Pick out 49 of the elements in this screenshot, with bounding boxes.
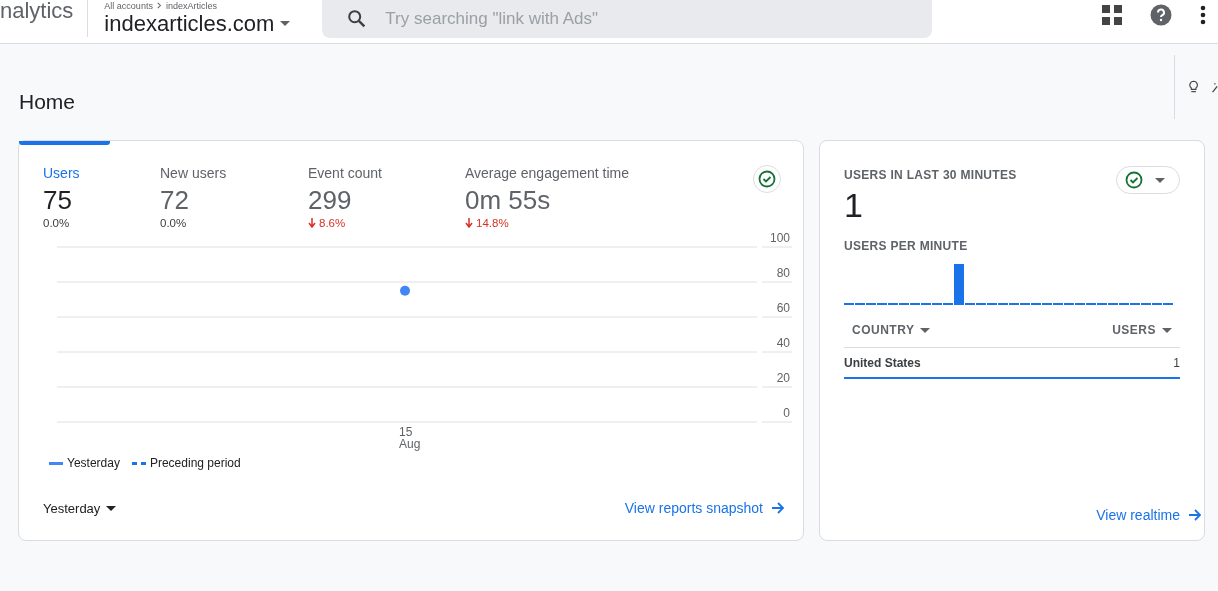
caret-down-icon [1155,177,1165,183]
more-menu-icon[interactable] [1200,4,1206,25]
y-axis-label: 100 [769,231,790,245]
y-axis-label: 80 [776,266,790,280]
metric-tab[interactable]: Event count 299 8.6% [308,141,465,247]
change-value: 0.0% [43,217,70,229]
apps-grid-icon[interactable] [1102,4,1122,25]
property-selector[interactable]: indexarticles.com [104,10,305,37]
change-value: 8.6% [319,217,346,229]
realtime-value: 1 [844,186,864,225]
arrow-right-icon [1188,508,1202,522]
check-circle-icon [1125,171,1143,189]
y-axis-label: 60 [776,301,790,315]
check-circle-icon[interactable] [753,165,781,193]
caret-down-icon [1162,327,1172,333]
status-dropdown[interactable] [1116,166,1180,194]
table-cell: 1 [1173,356,1180,370]
x-axis-label: 15 Aug [399,426,422,450]
breadcrumb-link[interactable]: indexArticles [165,0,217,11]
date-range-dropdown[interactable]: Yesterday [43,500,117,516]
search-field[interactable]: Try searching "link with Ads" [322,0,933,38]
page-title: Home [19,89,76,114]
metric-tab[interactable]: Users 75 0.0% [19,141,160,247]
y-axis-label: 0 [783,406,790,420]
caret-down-icon [106,505,117,511]
realtime-title: USERS IN LAST 30 MINUTES [844,168,1017,182]
column-header[interactable]: COUNTRY [852,323,931,337]
breadcrumb-link[interactable]: All accounts [104,0,153,11]
view-reports-link[interactable]: View reports snapshot [624,500,785,516]
y-axis-label: 40 [776,336,790,350]
chart-title: USERS PER MINUTE [844,239,969,253]
help-icon[interactable] [1150,3,1172,26]
y-axis-label: 20 [776,371,790,385]
column-header[interactable]: USERS [1112,323,1172,337]
table-cell: United States [844,356,921,370]
view-realtime-link[interactable]: View realtime [1096,507,1202,523]
chevron-right-icon [155,2,163,9]
metric-tab[interactable]: Average engagement time 0m 55s 14.8% [465,141,745,247]
change-value: 0.0% [160,217,187,229]
dashed-line-swatch [131,461,146,465]
solid-line-swatch [49,461,63,465]
product-name: nalytics [0,0,89,37]
caret-down-icon [280,21,291,26]
legend-label: Preceding period [149,456,241,470]
legend-label: Yesterday [67,456,120,470]
change-value: 14.8% [476,217,509,229]
caret-down-icon [920,327,931,333]
arrow-right-icon [771,501,785,515]
metric-tab[interactable]: New users 72 0.0% [160,141,308,247]
